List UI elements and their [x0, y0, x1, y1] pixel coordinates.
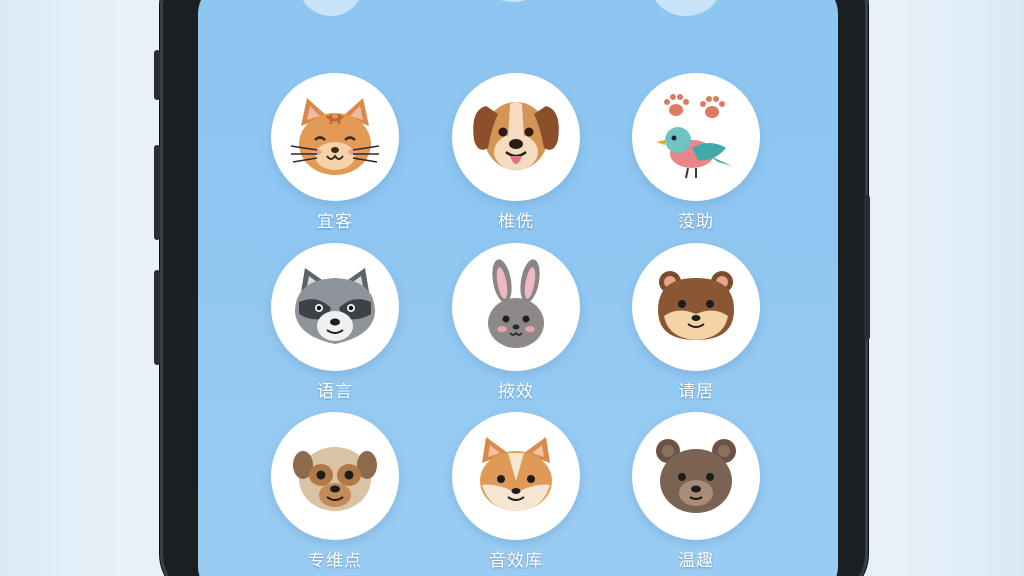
grid-item-label: 专维点 — [308, 551, 362, 571]
grid-item-circle[interactable] — [271, 243, 399, 371]
grid-item-label: 语言 — [317, 382, 353, 402]
grid-item-circle[interactable] — [632, 243, 760, 371]
grid-item-circle[interactable] — [452, 412, 580, 540]
grid-item-circle[interactable] — [271, 412, 399, 540]
grid-item-raccoon[interactable]: 语言 — [265, 243, 405, 402]
top-bubble-center[interactable] — [478, 0, 548, 2]
grid-item-circle[interactable] — [452, 243, 580, 371]
grid-item-label: 宜客 — [317, 212, 353, 232]
paw-print-icon — [664, 94, 725, 118]
grid-item-label: 音效库 — [489, 551, 543, 571]
grid-item-bear[interactable]: 温趣 — [626, 412, 766, 571]
grid-item-circle[interactable] — [452, 73, 580, 201]
grid-item-circle[interactable] — [632, 412, 760, 540]
volume-up-button — [154, 145, 160, 240]
hamster-face-icon — [658, 271, 734, 340]
grid-item-fox[interactable]: 音效库 — [446, 412, 586, 571]
volume-button — [154, 50, 160, 100]
top-bubble-right[interactable] — [650, 0, 722, 16]
top-bubble-left[interactable] — [298, 0, 364, 16]
volume-down-button — [154, 270, 160, 365]
grid-item-label: 椎侁 — [498, 212, 534, 232]
grid-item-label: 请居 — [678, 382, 714, 402]
grid-item-dog[interactable]: 椎侁 — [446, 73, 586, 232]
grid-item-rabbit[interactable]: 掖效 — [446, 243, 586, 402]
bear-face-icon — [656, 439, 736, 513]
grid-item-circle[interactable] — [632, 73, 760, 201]
grid-item-hamster[interactable]: 请居 — [626, 243, 766, 402]
bird-paw-icon — [656, 94, 732, 179]
power-button — [864, 195, 870, 340]
grid-item-pug[interactable]: 专维点 — [265, 412, 405, 571]
pug-face-icon — [293, 447, 377, 511]
grid-item-circle[interactable] — [271, 73, 399, 201]
grid-item-cat[interactable]: 宜客 — [265, 73, 405, 232]
dog-face-icon — [473, 102, 559, 170]
grid-item-label: 掖效 — [498, 382, 534, 402]
rabbit-face-icon — [488, 259, 544, 348]
cat-face-icon — [290, 98, 380, 175]
fox-face-icon — [480, 437, 552, 511]
grid-item-label: 莈助 — [678, 212, 714, 232]
grid-item-bird[interactable]: 莈助 — [626, 73, 766, 232]
grid-item-label: 温趣 — [678, 551, 714, 571]
app-screen: 宜客 椎侁 莈助 语言 掖效 请居 专维点 音效库 温趣 — [198, 0, 838, 576]
raccoon-face-icon — [295, 268, 375, 344]
